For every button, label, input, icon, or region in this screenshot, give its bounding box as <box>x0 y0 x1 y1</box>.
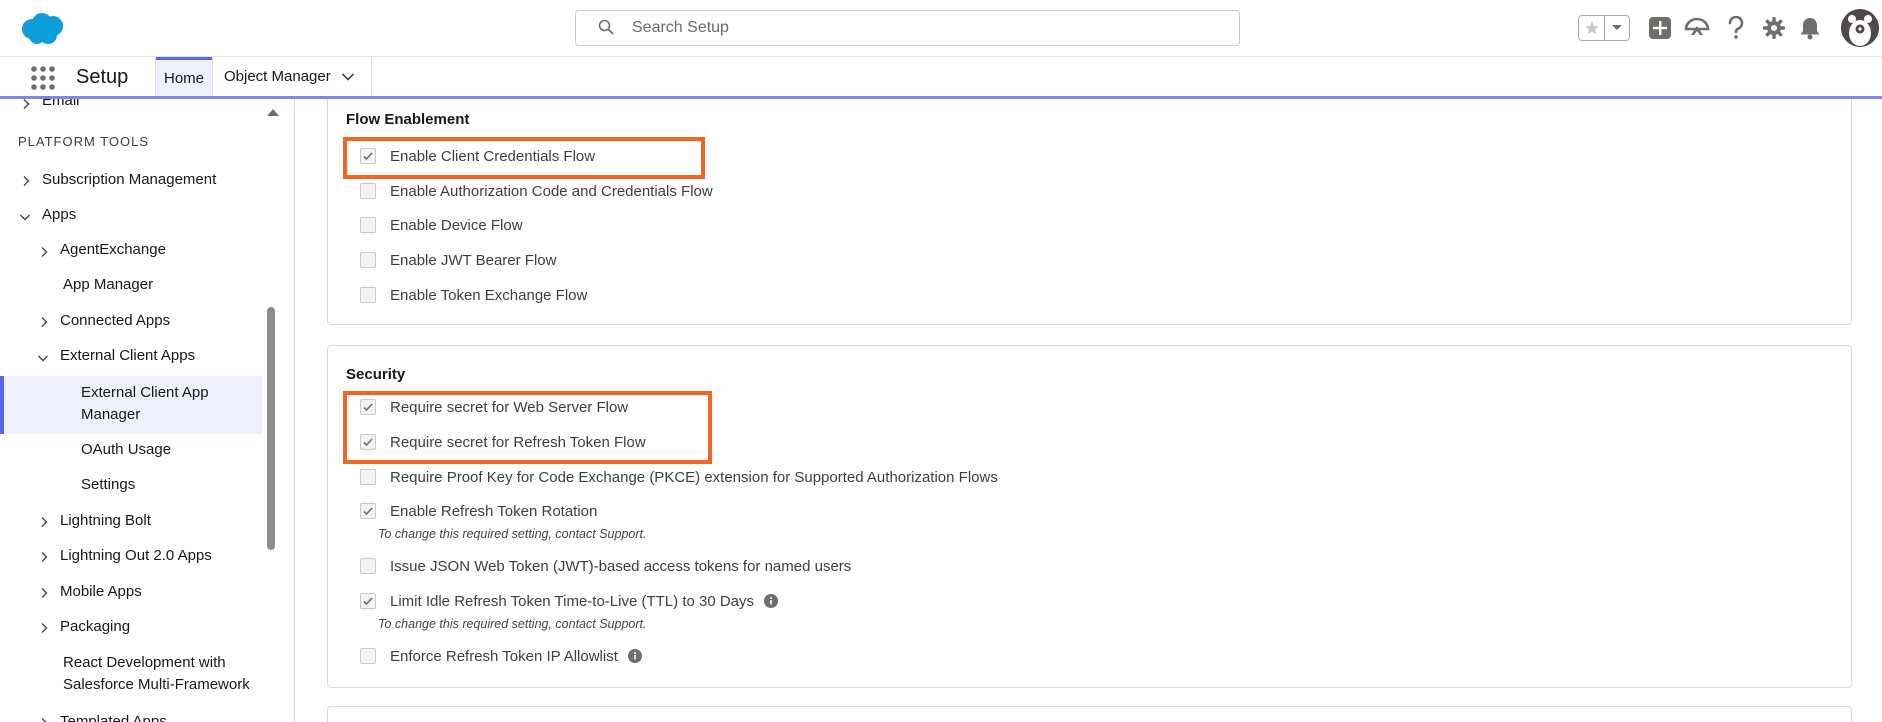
tab-home[interactable]: Home <box>156 57 212 96</box>
trailhead-icon[interactable] <box>1683 14 1711 42</box>
chevron-right-icon[interactable] <box>38 551 50 563</box>
global-actions-add-icon[interactable] <box>1646 14 1674 42</box>
chevron-down-icon[interactable] <box>37 352 49 364</box>
checkbox-label: Enforce Refresh Token IP Allowlist <box>390 647 618 665</box>
app-name: Setup <box>76 66 129 88</box>
app-launcher-icon[interactable] <box>30 65 56 91</box>
required-setting-note: To change this required setting, contact… <box>378 617 647 631</box>
star-icon[interactable] <box>1579 16 1606 40</box>
required-setting-note: To change this required setting, contact… <box>378 527 647 541</box>
search-input[interactable] <box>630 18 1194 38</box>
tab-object-manager[interactable]: Object Manager <box>212 57 372 96</box>
help-icon[interactable] <box>1722 14 1750 42</box>
setup-sidebar: Email PLATFORM TOOLS Subscription Manage… <box>0 99 295 722</box>
gear-icon[interactable] <box>1760 14 1788 42</box>
chevron-down-icon[interactable] <box>341 72 355 82</box>
checkbox-label: Limit Idle Refresh Token Time-to-Live (T… <box>390 592 755 610</box>
checkbox-row-jwt-bearer[interactable]: Enable JWT Bearer Flow <box>360 249 556 271</box>
sidebar-item-lightning-bolt[interactable]: Lightning Bolt <box>60 510 151 532</box>
sidebar-item-external-client-apps[interactable]: External Client Apps <box>60 345 195 367</box>
sidebar-item-connected-apps[interactable]: Connected Apps <box>60 310 170 332</box>
chevron-right-icon[interactable] <box>38 717 50 722</box>
sidebar-item-templated-apps[interactable]: Templated Apps <box>60 711 167 722</box>
checkbox-label: Require Proof Key for Code Exchange (PKC… <box>390 468 998 486</box>
scroll-up-arrow-icon[interactable] <box>264 105 282 119</box>
sidebar-item-email[interactable]: Email <box>42 99 80 112</box>
checkbox-row-limit-idle-ttl[interactable]: Limit Idle Refresh Token Time-to-Live (T… <box>360 590 779 612</box>
user-avatar[interactable] <box>1841 9 1879 47</box>
sidebar-item-packaging[interactable]: Packaging <box>60 616 130 638</box>
checkbox-pkce[interactable] <box>360 469 376 485</box>
search-box[interactable] <box>575 10 1240 46</box>
checkbox-label: Enable Device Flow <box>390 216 523 234</box>
chevron-down-icon[interactable] <box>19 211 31 223</box>
tab-home-label: Home <box>163 69 204 87</box>
favorites-button[interactable] <box>1578 15 1630 41</box>
checkbox-token-exchange[interactable] <box>360 287 376 303</box>
sidebar-item-oauth-usage[interactable]: OAuth Usage <box>81 439 171 461</box>
chevron-right-icon[interactable] <box>20 175 32 187</box>
checkbox-label: Enable Refresh Token Rotation <box>390 502 598 520</box>
favorites-dropdown-icon[interactable] <box>1605 16 1629 40</box>
checkbox-label: Enable Token Exchange Flow <box>390 286 588 304</box>
sidebar-item-subscription-management[interactable]: Subscription Management <box>42 169 216 191</box>
salesforce-logo-icon[interactable] <box>18 12 66 46</box>
chevron-right-icon[interactable] <box>38 316 50 328</box>
sidebar-item-settings[interactable]: Settings <box>81 474 135 496</box>
chevron-right-icon[interactable] <box>38 246 50 258</box>
checkbox-refresh-rotation[interactable] <box>360 503 376 519</box>
chevron-right-icon[interactable] <box>38 622 50 634</box>
checkbox-row-enforce-ip-allowlist[interactable]: Enforce Refresh Token IP Allowlist <box>360 645 642 667</box>
chevron-right-icon[interactable] <box>38 587 50 599</box>
checkbox-label: Enable JWT Bearer Flow <box>390 251 557 269</box>
security-title: Security <box>346 366 406 383</box>
flow-enablement-title: Flow Enablement <box>346 111 470 128</box>
sidebar-item-lightning-out[interactable]: Lightning Out 2.0 Apps <box>60 545 212 567</box>
checkbox-row-jwt-access-tokens[interactable]: Issue JSON Web Token (JWT)-based access … <box>360 555 851 577</box>
checkbox-enforce-ip-allowlist[interactable] <box>360 648 376 664</box>
checkbox-row-token-exchange[interactable]: Enable Token Exchange Flow <box>360 284 587 306</box>
chevron-right-icon[interactable] <box>38 516 50 528</box>
next-card <box>327 706 1852 722</box>
checkbox-auth-code-credentials[interactable] <box>360 183 376 199</box>
checkbox-label: Issue JSON Web Token (JWT)-based access … <box>390 557 852 575</box>
sidebar-item-react-development[interactable]: React Development with <box>63 652 226 674</box>
checkbox-limit-idle-ttl[interactable] <box>360 593 376 609</box>
sidebar-item-app-manager[interactable]: App Manager <box>63 274 153 296</box>
checkbox-row-auth-code-credentials[interactable]: Enable Authorization Code and Credential… <box>360 180 713 202</box>
sidebar-item-agentexchange[interactable]: AgentExchange <box>60 239 166 261</box>
highlight-box-require-secret <box>343 391 712 464</box>
sidebar-item-apps[interactable]: Apps <box>42 204 76 226</box>
checkbox-row-device-flow[interactable]: Enable Device Flow <box>360 214 523 236</box>
checkbox-row-refresh-rotation[interactable]: Enable Refresh Token Rotation <box>360 500 597 522</box>
notifications-bell-icon[interactable] <box>1796 14 1824 42</box>
sidebar-item-external-client-app-manager[interactable]: External Client App <box>81 382 209 404</box>
info-icon[interactable] <box>764 594 779 608</box>
search-icon <box>598 19 616 37</box>
chevron-right-icon[interactable] <box>20 99 32 110</box>
sidebar-item-react-development-line2[interactable]: Salesforce Multi-Framework <box>63 674 250 696</box>
checkbox-row-pkce[interactable]: Require Proof Key for Code Exchange (PKC… <box>360 466 998 488</box>
checkbox-label: Enable Authorization Code and Credential… <box>390 182 713 200</box>
checkbox-device-flow[interactable] <box>360 217 376 233</box>
app-nav-bar: Setup Home Object Manager <box>0 57 1882 99</box>
highlight-box-client-credentials <box>343 137 705 179</box>
info-icon[interactable] <box>627 649 642 663</box>
checkbox-jwt-access-tokens[interactable] <box>360 558 376 574</box>
tab-object-manager-label: Object Manager <box>224 68 331 85</box>
sidebar-scrollbar-thumb[interactable] <box>267 307 275 550</box>
sidebar-heading-platform-tools: PLATFORM TOOLS <box>18 134 150 149</box>
checkbox-jwt-bearer[interactable] <box>360 252 376 268</box>
sidebar-item-external-client-app-manager-line2[interactable]: Manager <box>81 404 140 426</box>
global-header <box>0 0 1882 57</box>
sidebar-item-mobile-apps[interactable]: Mobile Apps <box>60 581 142 603</box>
